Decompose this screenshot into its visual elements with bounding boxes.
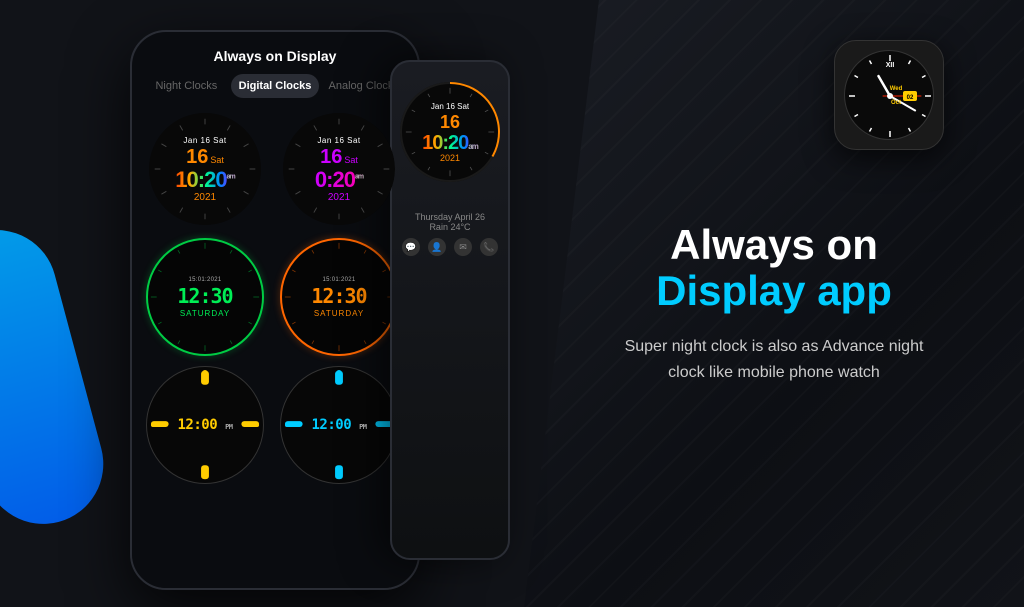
digital-clock-ticks-2	[282, 240, 396, 354]
clock-grid: Jan 16 Sat 16 Sat 10:20am 2021	[132, 110, 418, 484]
contact-icon[interactable]: 👤	[428, 238, 446, 256]
tick-marks-2	[283, 113, 395, 225]
phone1-header: Always on Display	[132, 32, 418, 74]
minimal-cyan-inner: 12:00 PM	[311, 417, 366, 433]
digital-clock-ticks-1	[148, 240, 262, 354]
minimal-cyan-time: 12:00 PM	[311, 417, 366, 433]
phone2-container: Jan 16 Sat 16 10:20am 2021 Thursday Apri…	[390, 60, 510, 560]
clock-rainbow[interactable]: Jan 16 Sat 16 Sat 10:20am 2021	[146, 110, 264, 228]
phone2-body: Jan 16 Sat 16 10:20am 2021 Thursday Apri…	[390, 60, 510, 560]
phone1-body: Always on Display Night Clocks Digital C…	[130, 30, 420, 590]
clock-rainbow-inner: Jan 16 Sat 16 Sat 10:20am 2021	[149, 113, 261, 225]
headline-white: Always on	[656, 222, 892, 268]
weather-icons: 💬 👤 ✉ 📞	[400, 238, 500, 256]
phone1-screen: Always on Display Night Clocks Digital C…	[132, 32, 418, 588]
blue-accent-shape	[0, 217, 117, 538]
right-content: Always on Display app Super night clock …	[524, 0, 1024, 607]
weather-line2: Rain 24°C	[400, 222, 500, 232]
clock-minimal-yellow[interactable]: 12:00 PM	[146, 366, 264, 484]
large-clock-inner: Jan 16 Sat 16 10:20am 2021	[402, 84, 498, 180]
clock-minimal-cyan[interactable]: 12:00 PM	[280, 366, 398, 484]
clock-digital-orange[interactable]: 15:01:2021 12:30 SATURDAY	[280, 238, 398, 356]
headline-cyan: Display app	[656, 268, 892, 314]
phone1-container: Always on Display Night Clocks Digital C…	[130, 30, 420, 590]
weather-section: Thursday April 26 Rain 24°C 💬 👤 ✉ 📞	[392, 202, 508, 266]
wechat-icon[interactable]: 💬	[402, 238, 420, 256]
large-clock-section: Jan 16 Sat 16 10:20am 2021	[392, 62, 508, 202]
weather-line1: Thursday April 26	[400, 212, 500, 222]
large-clock: Jan 16 Sat 16 10:20am 2021	[400, 82, 500, 182]
tab-night-clocks[interactable]: Night Clocks	[142, 74, 231, 98]
large-clock-ticks	[402, 84, 498, 180]
clock-magenta[interactable]: Jan 16 Sat 16 Sat 0:20am 2021	[280, 110, 398, 228]
tab-digital-clocks[interactable]: Digital Clocks	[231, 74, 320, 98]
tick-marks-1	[149, 113, 261, 225]
minimal-yellow-inner: 12:00 PM	[177, 417, 232, 433]
message-icon[interactable]: ✉	[454, 238, 472, 256]
subtext: Super night clock is also as Advance nig…	[614, 334, 934, 385]
minimal-yellow-time: 12:00 PM	[177, 417, 232, 433]
tab-bar: Night Clocks Digital Clocks Analog Clock…	[142, 74, 408, 98]
phone-icon[interactable]: 📞	[480, 238, 498, 256]
headline: Always on Display app	[656, 222, 892, 314]
clock-magenta-inner: Jan 16 Sat 16 Sat 0:20am 2021	[283, 113, 395, 225]
clock-digital-green[interactable]: 15:01:2021 12:30 SATURDAY	[146, 238, 264, 356]
